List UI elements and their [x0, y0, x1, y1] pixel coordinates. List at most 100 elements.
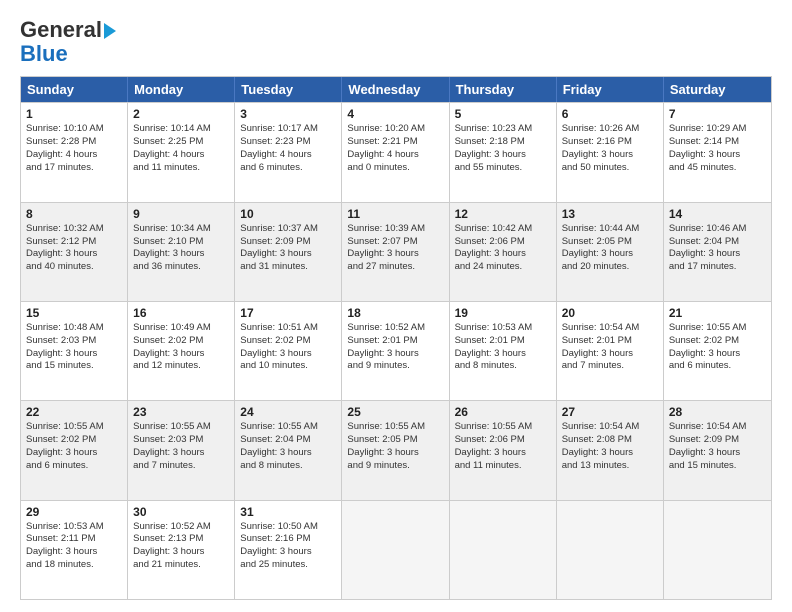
calendar-cell: 1 Sunrise: 10:10 AM Sunset: 2:28 PM Dayli… — [21, 103, 128, 201]
day-number: 20 — [562, 306, 658, 320]
calendar-cell: 8Sunrise: 10:32 AM Sunset: 2:12 PM Dayli… — [21, 203, 128, 301]
calendar-cell — [557, 501, 664, 599]
calendar-cell — [342, 501, 449, 599]
day-info: Sunrise: 10:17 AM Sunset: 2:23 PM Daylig… — [240, 123, 336, 174]
calendar-cell: 22 Sunrise: 10:55 AM Sunset: 2:02 PM Dayl… — [21, 401, 128, 499]
day-number: 10 — [240, 207, 336, 221]
header: General Blue — [20, 18, 772, 66]
day-info: Sunrise: 10:34 AM Sunset: 2:10 PM Daylig… — [133, 223, 229, 274]
day-info: Sunrise: 10:54 AM Sunset: 2:01 PM Daylig… — [562, 322, 658, 373]
day-number: 13 — [562, 207, 658, 221]
day-info: Sunrise: 10:54 AM Sunset: 2:08 PM Daylig… — [562, 421, 658, 472]
calendar-cell: 17 Sunrise: 10:51 AM Sunset: 2:02 PM Dayl… — [235, 302, 342, 400]
day-number: 6 — [562, 107, 658, 121]
calendar: SundayMondayTuesdayWednesdayThursdayFrid… — [20, 76, 772, 600]
weekday-header: Friday — [557, 77, 664, 102]
day-number: 9 — [133, 207, 229, 221]
day-number: 22 — [26, 405, 122, 419]
calendar-cell: 27 Sunrise: 10:54 AM Sunset: 2:08 PM Dayl… — [557, 401, 664, 499]
day-info: Sunrise: 10:42 AM Sunset: 2:06 PM Daylig… — [455, 223, 551, 274]
calendar-cell: 12Sunrise: 10:42 AM Sunset: 2:06 PM Dayl… — [450, 203, 557, 301]
day-info: Sunrise: 10:55 AM Sunset: 2:05 PM Daylig… — [347, 421, 443, 472]
calendar-cell: 5 Sunrise: 10:23 AM Sunset: 2:18 PM Dayli… — [450, 103, 557, 201]
day-info: Sunrise: 10:52 AM Sunset: 2:01 PM Daylig… — [347, 322, 443, 373]
day-number: 4 — [347, 107, 443, 121]
day-info: Sunrise: 10:32 AM Sunset: 2:12 PM Daylig… — [26, 223, 122, 274]
day-info: Sunrise: 10:37 AM Sunset: 2:09 PM Daylig… — [240, 223, 336, 274]
calendar-cell: 26 Sunrise: 10:55 AM Sunset: 2:06 PM Dayl… — [450, 401, 557, 499]
calendar-row: 29Sunrise: 10:53 AM Sunset: 2:11 PM Dayl… — [21, 500, 771, 599]
day-info: Sunrise: 10:26 AM Sunset: 2:16 PM Daylig… — [562, 123, 658, 174]
calendar-header: SundayMondayTuesdayWednesdayThursdayFrid… — [21, 77, 771, 102]
calendar-cell: 21 Sunrise: 10:55 AM Sunset: 2:02 PM Dayl… — [664, 302, 771, 400]
calendar-cell: 20 Sunrise: 10:54 AM Sunset: 2:01 PM Dayl… — [557, 302, 664, 400]
day-number: 3 — [240, 107, 336, 121]
day-number: 30 — [133, 505, 229, 519]
logo-blue: Blue — [20, 42, 68, 66]
day-number: 11 — [347, 207, 443, 221]
day-number: 26 — [455, 405, 551, 419]
day-info: Sunrise: 10:44 AM Sunset: 2:05 PM Daylig… — [562, 223, 658, 274]
day-info: Sunrise: 10:55 AM Sunset: 2:02 PM Daylig… — [669, 322, 766, 373]
day-info: Sunrise: 10:14 AM Sunset: 2:25 PM Daylig… — [133, 123, 229, 174]
calendar-cell: 9 Sunrise: 10:34 AM Sunset: 2:10 PM Dayli… — [128, 203, 235, 301]
calendar-cell: 11 Sunrise: 10:39 AM Sunset: 2:07 PM Dayl… — [342, 203, 449, 301]
day-info: Sunrise: 10:53 AM Sunset: 2:11 PM Daylig… — [26, 521, 122, 572]
day-number: 7 — [669, 107, 766, 121]
day-info: Sunrise: 10:52 AM Sunset: 2:13 PM Daylig… — [133, 521, 229, 572]
calendar-cell: 14Sunrise: 10:46 AM Sunset: 2:04 PM Dayl… — [664, 203, 771, 301]
day-info: Sunrise: 10:54 AM Sunset: 2:09 PM Daylig… — [669, 421, 766, 472]
calendar-body: 1 Sunrise: 10:10 AM Sunset: 2:28 PM Dayli… — [21, 102, 771, 599]
calendar-cell: 15 Sunrise: 10:48 AM Sunset: 2:03 PM Dayl… — [21, 302, 128, 400]
day-info: Sunrise: 10:29 AM Sunset: 2:14 PM Daylig… — [669, 123, 766, 174]
calendar-cell: 19 Sunrise: 10:53 AM Sunset: 2:01 PM Dayl… — [450, 302, 557, 400]
logo: General Blue — [20, 18, 116, 66]
day-info: Sunrise: 10:55 AM Sunset: 2:06 PM Daylig… — [455, 421, 551, 472]
day-number: 17 — [240, 306, 336, 320]
day-info: Sunrise: 10:49 AM Sunset: 2:02 PM Daylig… — [133, 322, 229, 373]
weekday-header: Thursday — [450, 77, 557, 102]
calendar-cell: 24Sunrise: 10:55 AM Sunset: 2:04 PM Dayl… — [235, 401, 342, 499]
day-number: 21 — [669, 306, 766, 320]
day-number: 31 — [240, 505, 336, 519]
day-info: Sunrise: 10:48 AM Sunset: 2:03 PM Daylig… — [26, 322, 122, 373]
day-info: Sunrise: 10:39 AM Sunset: 2:07 PM Daylig… — [347, 223, 443, 274]
day-number: 18 — [347, 306, 443, 320]
day-info: Sunrise: 10:46 AM Sunset: 2:04 PM Daylig… — [669, 223, 766, 274]
day-info: Sunrise: 10:55 AM Sunset: 2:02 PM Daylig… — [26, 421, 122, 472]
calendar-cell: 3 Sunrise: 10:17 AM Sunset: 2:23 PM Dayli… — [235, 103, 342, 201]
weekday-header: Monday — [128, 77, 235, 102]
day-number: 24 — [240, 405, 336, 419]
weekday-header: Sunday — [21, 77, 128, 102]
day-number: 16 — [133, 306, 229, 320]
calendar-cell: 31 Sunrise: 10:50 AM Sunset: 2:16 PM Dayl… — [235, 501, 342, 599]
day-number: 27 — [562, 405, 658, 419]
day-number: 2 — [133, 107, 229, 121]
day-info: Sunrise: 10:20 AM Sunset: 2:21 PM Daylig… — [347, 123, 443, 174]
calendar-cell: 2 Sunrise: 10:14 AM Sunset: 2:25 PM Dayli… — [128, 103, 235, 201]
calendar-cell: 25 Sunrise: 10:55 AM Sunset: 2:05 PM Dayl… — [342, 401, 449, 499]
calendar-row: 22 Sunrise: 10:55 AM Sunset: 2:02 PM Dayl… — [21, 400, 771, 499]
calendar-cell: 29Sunrise: 10:53 AM Sunset: 2:11 PM Dayl… — [21, 501, 128, 599]
day-number: 5 — [455, 107, 551, 121]
calendar-cell — [664, 501, 771, 599]
day-number: 19 — [455, 306, 551, 320]
calendar-cell: 6 Sunrise: 10:26 AM Sunset: 2:16 PM Dayli… — [557, 103, 664, 201]
day-info: Sunrise: 10:10 AM Sunset: 2:28 PM Daylig… — [26, 123, 122, 174]
weekday-header: Saturday — [664, 77, 771, 102]
calendar-cell: 30 Sunrise: 10:52 AM Sunset: 2:13 PM Dayl… — [128, 501, 235, 599]
day-number: 28 — [669, 405, 766, 419]
day-info: Sunrise: 10:51 AM Sunset: 2:02 PM Daylig… — [240, 322, 336, 373]
calendar-cell: 16 Sunrise: 10:49 AM Sunset: 2:02 PM Dayl… — [128, 302, 235, 400]
day-number: 1 — [26, 107, 122, 121]
calendar-cell: 7 Sunrise: 10:29 AM Sunset: 2:14 PM Dayli… — [664, 103, 771, 201]
day-number: 23 — [133, 405, 229, 419]
calendar-cell: 18 Sunrise: 10:52 AM Sunset: 2:01 PM Dayl… — [342, 302, 449, 400]
calendar-cell: 4 Sunrise: 10:20 AM Sunset: 2:21 PM Dayli… — [342, 103, 449, 201]
day-number: 15 — [26, 306, 122, 320]
day-info: Sunrise: 10:55 AM Sunset: 2:03 PM Daylig… — [133, 421, 229, 472]
day-number: 25 — [347, 405, 443, 419]
day-info: Sunrise: 10:53 AM Sunset: 2:01 PM Daylig… — [455, 322, 551, 373]
day-info: Sunrise: 10:50 AM Sunset: 2:16 PM Daylig… — [240, 521, 336, 572]
day-info: Sunrise: 10:23 AM Sunset: 2:18 PM Daylig… — [455, 123, 551, 174]
